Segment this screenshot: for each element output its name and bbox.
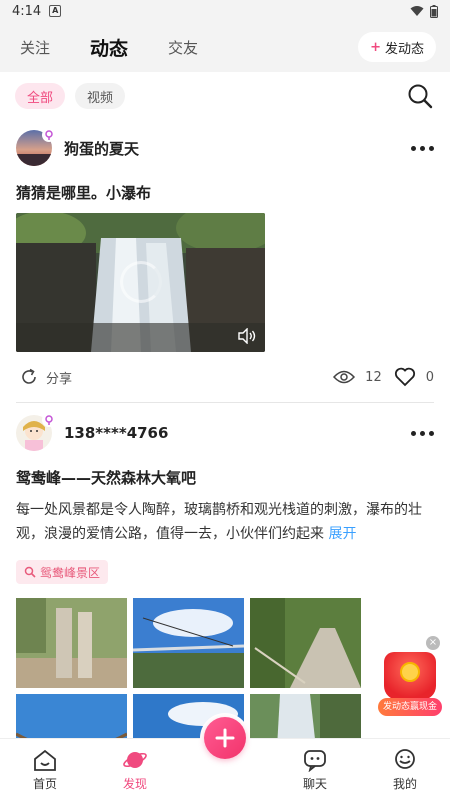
location-pin-icon: [24, 566, 36, 578]
promo-widget[interactable]: × 发动态赢现金: [378, 636, 442, 716]
photo-thumbnail[interactable]: [16, 694, 127, 738]
nav-home-label: 首页: [32, 777, 57, 791]
nav-discover[interactable]: 发现: [90, 739, 180, 800]
location-label: 鸳鸯峰景区: [40, 565, 101, 580]
volume-icon[interactable]: [237, 328, 257, 344]
post-actions: 分享 12 0: [16, 352, 434, 402]
photo-thumbnail[interactable]: [16, 598, 127, 688]
nav-profile-label: 我的: [392, 777, 417, 791]
nav-chat-label: 聊天: [302, 777, 327, 791]
photo-thumbnail[interactable]: [133, 598, 244, 688]
promo-label: 发动态赢现金: [378, 698, 442, 716]
tab-follow[interactable]: 关注: [20, 37, 50, 58]
filter-video-chip[interactable]: 视频: [75, 83, 126, 109]
profile-icon: [395, 749, 415, 769]
battery-icon: [430, 4, 438, 18]
search-icon: [408, 84, 433, 109]
tab-moments[interactable]: 动态: [90, 34, 128, 61]
nav-create-slot: [180, 713, 270, 800]
share-label: 分享: [46, 371, 73, 387]
wifi-icon: [410, 6, 424, 16]
filter-row: 全部 视频: [0, 72, 450, 120]
video-player[interactable]: [16, 213, 265, 352]
post-header: 138****4766: [16, 405, 434, 461]
post-moment-button[interactable]: + 发动态: [358, 32, 436, 62]
share-icon: [22, 368, 36, 384]
post-card: 狗蛋的夏天 猜猜是哪里。小瀑布 分享 12 0: [0, 120, 450, 403]
bottom-nav: 首页 发现 聊天 我的: [0, 713, 450, 800]
tab-friends[interactable]: 交友: [168, 37, 198, 58]
post-body: 每一处风景都是令人陶醉，玻璃鹊桥和观光栈道的刺激，瀑布的壮观，浪漫的爱情公路，值…: [16, 502, 422, 542]
create-post-button-wrap: [200, 713, 250, 763]
status-time: 4:14: [12, 3, 42, 19]
likes-count: 0: [425, 369, 434, 385]
plus-icon: +: [370, 39, 381, 55]
more-options-icon[interactable]: [411, 430, 434, 436]
location-tag[interactable]: 鸳鸯峰景区: [16, 560, 109, 584]
notification-a-icon: A: [49, 5, 62, 17]
avatar[interactable]: [16, 413, 56, 451]
female-badge-icon: [42, 413, 56, 427]
nav-home[interactable]: 首页: [0, 739, 90, 800]
username[interactable]: 狗蛋的夏天: [64, 138, 139, 159]
promo-close-icon[interactable]: ×: [426, 636, 440, 650]
like-heart-icon[interactable]: [394, 367, 416, 387]
loading-spinner-icon: [120, 261, 162, 303]
chat-icon: [304, 750, 326, 772]
nav-profile[interactable]: 我的: [360, 739, 450, 800]
post-moment-label: 发动态: [384, 41, 424, 57]
red-envelope-icon: [384, 652, 436, 700]
top-nav: 关注 动态 交友 + 发动态: [0, 22, 450, 72]
expand-link[interactable]: 展开: [328, 526, 356, 542]
photo-thumbnail[interactable]: [250, 598, 361, 688]
status-bar: 4:14 A: [0, 0, 450, 22]
views-count: 12: [365, 369, 382, 385]
more-options-icon[interactable]: [411, 145, 434, 151]
share-button[interactable]: 分享: [20, 368, 72, 387]
avatar[interactable]: [16, 128, 56, 166]
post-text: 每一处风景都是令人陶醉，玻璃鹊桥和观光栈道的刺激，瀑布的壮观，浪漫的爱情公路，值…: [16, 498, 434, 546]
planet-icon: [123, 752, 147, 768]
username[interactable]: 138****4766: [64, 424, 168, 442]
post-title: 猜猜是哪里。小瀑布: [16, 184, 152, 202]
post-header: 狗蛋的夏天: [16, 120, 434, 176]
female-badge-icon: [42, 128, 56, 142]
home-icon: [34, 749, 56, 771]
divider: [16, 402, 434, 403]
plus-icon: [215, 728, 235, 748]
post-title: 鸳鸯峰——天然森林大氧吧: [16, 469, 197, 487]
create-post-button[interactable]: [204, 717, 246, 759]
views-eye-icon: [333, 370, 356, 384]
photo-thumbnail[interactable]: [250, 694, 361, 738]
search-button[interactable]: [405, 81, 435, 111]
filter-all-chip[interactable]: 全部: [15, 83, 66, 109]
nav-chat[interactable]: 聊天: [270, 739, 360, 800]
post-stats: 12 0: [333, 367, 434, 387]
nav-discover-label: 发现: [122, 777, 147, 791]
